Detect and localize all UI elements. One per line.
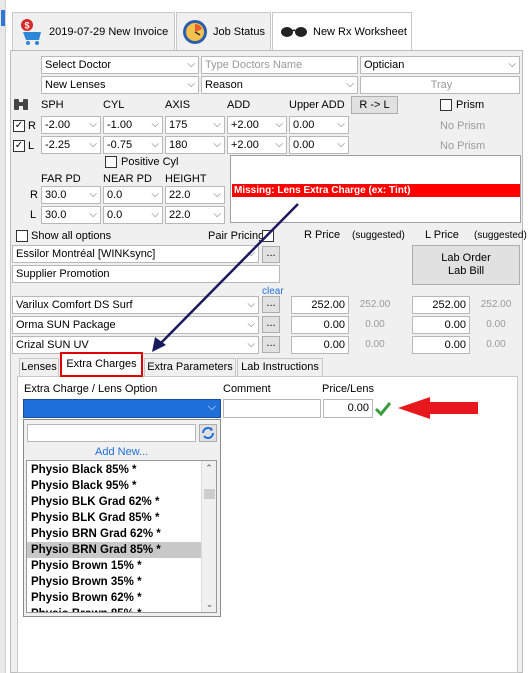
red-arrow <box>398 397 478 419</box>
navy-arrow <box>159 203 299 345</box>
annotation-arrows <box>152 203 478 419</box>
